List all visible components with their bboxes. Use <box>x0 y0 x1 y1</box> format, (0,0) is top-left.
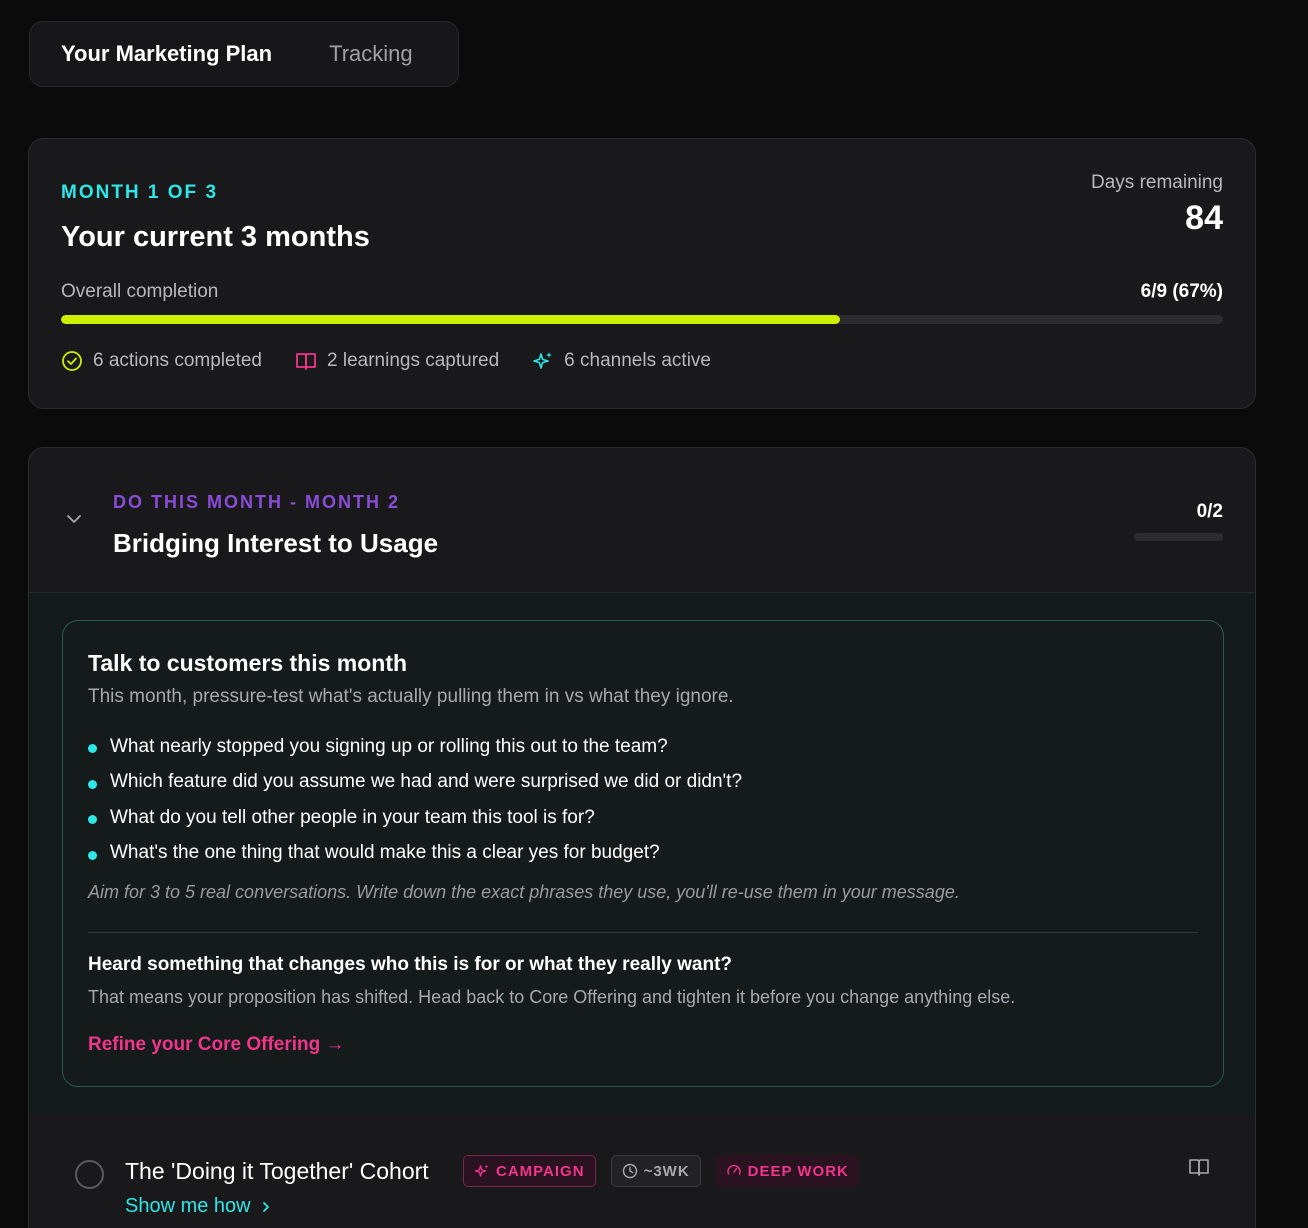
stat-label: 2 learnings captured <box>327 350 500 371</box>
book-icon <box>296 353 316 370</box>
question-text: What nearly stopped you signing up or ro… <box>110 735 668 757</box>
completion-progress-fill <box>61 315 840 324</box>
overview-card: MONTH 1 OF 3 Your current 3 months Days … <box>28 138 1256 409</box>
month-section-card: DO THIS MONTH - MONTH 2 Bridging Interes… <box>28 447 1256 1228</box>
days-remaining-label: Days remaining <box>1091 172 1223 193</box>
completion-label: Overall completion <box>61 281 219 302</box>
refine-core-offering-link[interactable]: Refine your Core Offering → <box>88 1034 345 1056</box>
action-badges: CAMPAIGN ~3WK DEEP WORK <box>463 1155 874 1187</box>
question-text: What do you tell other people in your te… <box>110 806 595 828</box>
effort-badge: DEEP WORK <box>715 1155 859 1187</box>
stat-label: 6 actions completed <box>93 350 262 371</box>
show-me-how-label: Show me how <box>125 1195 251 1217</box>
bullet-dot <box>88 815 97 825</box>
stats-row: 6 actions completed 2 learnings captured… <box>61 350 744 372</box>
question-list: What nearly stopped you signing up or ro… <box>88 729 742 871</box>
overview-title: Your current 3 months <box>61 221 370 253</box>
divider <box>88 932 1198 933</box>
talk-title: Talk to customers this month <box>88 650 408 676</box>
gauge-icon <box>726 1164 741 1175</box>
badge-label: DEEP WORK <box>747 1162 849 1180</box>
duration-badge: ~3WK <box>610 1155 701 1187</box>
bullet-dot <box>88 779 97 789</box>
stat-channels-active: 6 channels active <box>532 350 711 372</box>
campaign-badge: CAMPAIGN <box>463 1155 596 1187</box>
view-tabs: Your Marketing Plan Tracking <box>29 21 459 87</box>
question-text: Which feature did you assume we had and … <box>110 771 743 793</box>
conversation-note: Aim for 3 to 5 real conversations. Write… <box>88 882 960 902</box>
question-text: What's the one thing that would make thi… <box>110 842 660 864</box>
talk-to-customers-panel: Talk to customers this month This month,… <box>62 620 1224 1087</box>
check-circle-icon <box>62 351 82 371</box>
bullet-dot <box>88 850 97 860</box>
completion-value: 6/9 (67%) <box>1140 281 1223 302</box>
chevron-down-icon[interactable] <box>65 510 83 528</box>
list-item: Which feature did you assume we had and … <box>88 765 742 801</box>
heard-subtitle: That means your proposition has shifted.… <box>88 987 1016 1007</box>
stat-actions-completed: 6 actions completed <box>61 350 262 372</box>
list-item: What nearly stopped you signing up or ro… <box>88 729 742 765</box>
month-title: Bridging Interest to Usage <box>113 528 439 558</box>
month-kicker: MONTH 1 OF 3 <box>61 182 219 203</box>
sparkles-icon <box>474 1164 489 1177</box>
show-me-how-button[interactable]: Show me how <box>125 1195 271 1218</box>
action-title: The 'Doing it Together' Cohort <box>125 1158 429 1184</box>
days-remaining-value: 84 <box>1185 199 1223 237</box>
tab-your-marketing-plan[interactable]: Your Marketing Plan <box>61 41 272 67</box>
bullet-dot <box>88 744 97 754</box>
action-item: The 'Doing it Together' Cohort CAMPAIGN … <box>29 1114 1255 1228</box>
chevron-right-icon <box>262 1201 269 1212</box>
month-kicker: DO THIS MONTH - MONTH 2 <box>113 492 400 512</box>
talk-subtitle: This month, pressure-test what's actuall… <box>88 686 734 707</box>
month-progress-count: 0/2 <box>1196 501 1223 522</box>
completion-progress-bar <box>61 315 1223 324</box>
badge-label: CAMPAIGN <box>496 1162 585 1180</box>
stat-label: 6 channels active <box>564 350 711 371</box>
book-icon[interactable] <box>1187 1156 1211 1178</box>
action-checkbox[interactable] <box>75 1160 104 1189</box>
list-item: What's the one thing that would make thi… <box>88 836 742 872</box>
clock-icon <box>622 1163 637 1179</box>
tab-tracking[interactable]: Tracking <box>329 41 413 67</box>
heard-title: Heard something that changes who this is… <box>88 954 732 975</box>
badge-label: ~3WK <box>643 1162 690 1180</box>
stat-learnings-captured: 2 learnings captured <box>295 350 499 372</box>
talk-section: Talk to customers this month This month,… <box>29 592 1255 1114</box>
sparkles-icon <box>533 352 553 369</box>
month-progress-bar <box>1134 533 1223 541</box>
list-item: What do you tell other people in your te… <box>88 800 742 836</box>
